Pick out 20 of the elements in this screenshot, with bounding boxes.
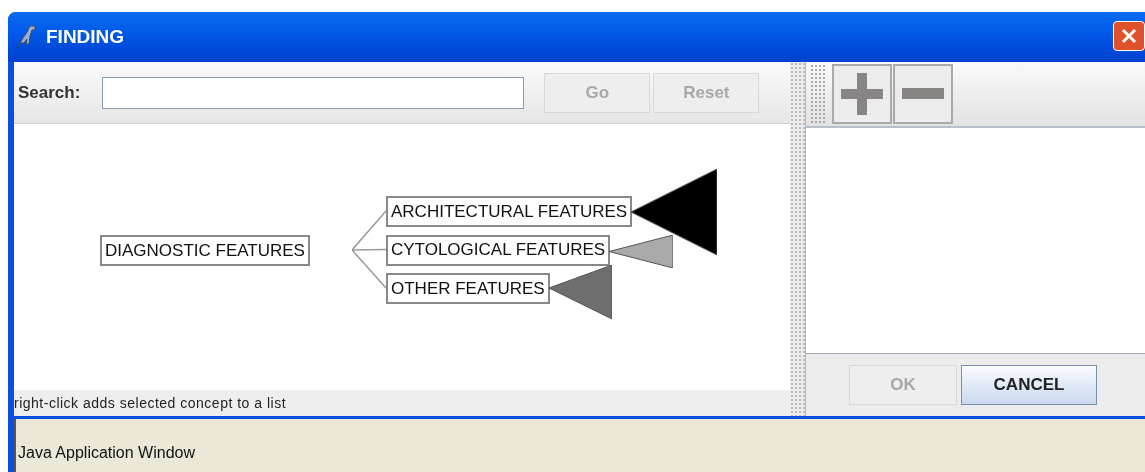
expand-triangle-icon[interactable] bbox=[631, 169, 718, 255]
tree-node[interactable]: OTHER FEATURES bbox=[386, 273, 550, 304]
tree-node[interactable]: ARCHITECTURAL FEATURES bbox=[386, 196, 633, 227]
minus-icon bbox=[902, 88, 944, 100]
expand-triangle-icon[interactable] bbox=[548, 265, 612, 319]
close-button[interactable] bbox=[1113, 21, 1145, 51]
close-icon bbox=[1120, 27, 1138, 45]
tree-node[interactable]: DIAGNOSTIC FEATURES bbox=[100, 235, 310, 266]
cancel-button[interactable]: CANCEL bbox=[961, 365, 1097, 405]
splitter[interactable] bbox=[790, 62, 806, 416]
toolbar-grip[interactable] bbox=[810, 64, 826, 124]
tree-node[interactable]: CYTOLOGICAL FEATURES bbox=[386, 234, 611, 266]
remove-button[interactable] bbox=[893, 64, 953, 124]
search-label: Search: bbox=[18, 81, 81, 104]
add-button[interactable] bbox=[832, 64, 892, 124]
window-title: FINDING bbox=[46, 24, 125, 49]
hint-text: right-click adds selected concept to a list bbox=[14, 393, 287, 413]
plus-icon bbox=[841, 73, 883, 115]
search-field[interactable] bbox=[102, 76, 525, 109]
status-text: Java Application Window bbox=[18, 443, 195, 463]
